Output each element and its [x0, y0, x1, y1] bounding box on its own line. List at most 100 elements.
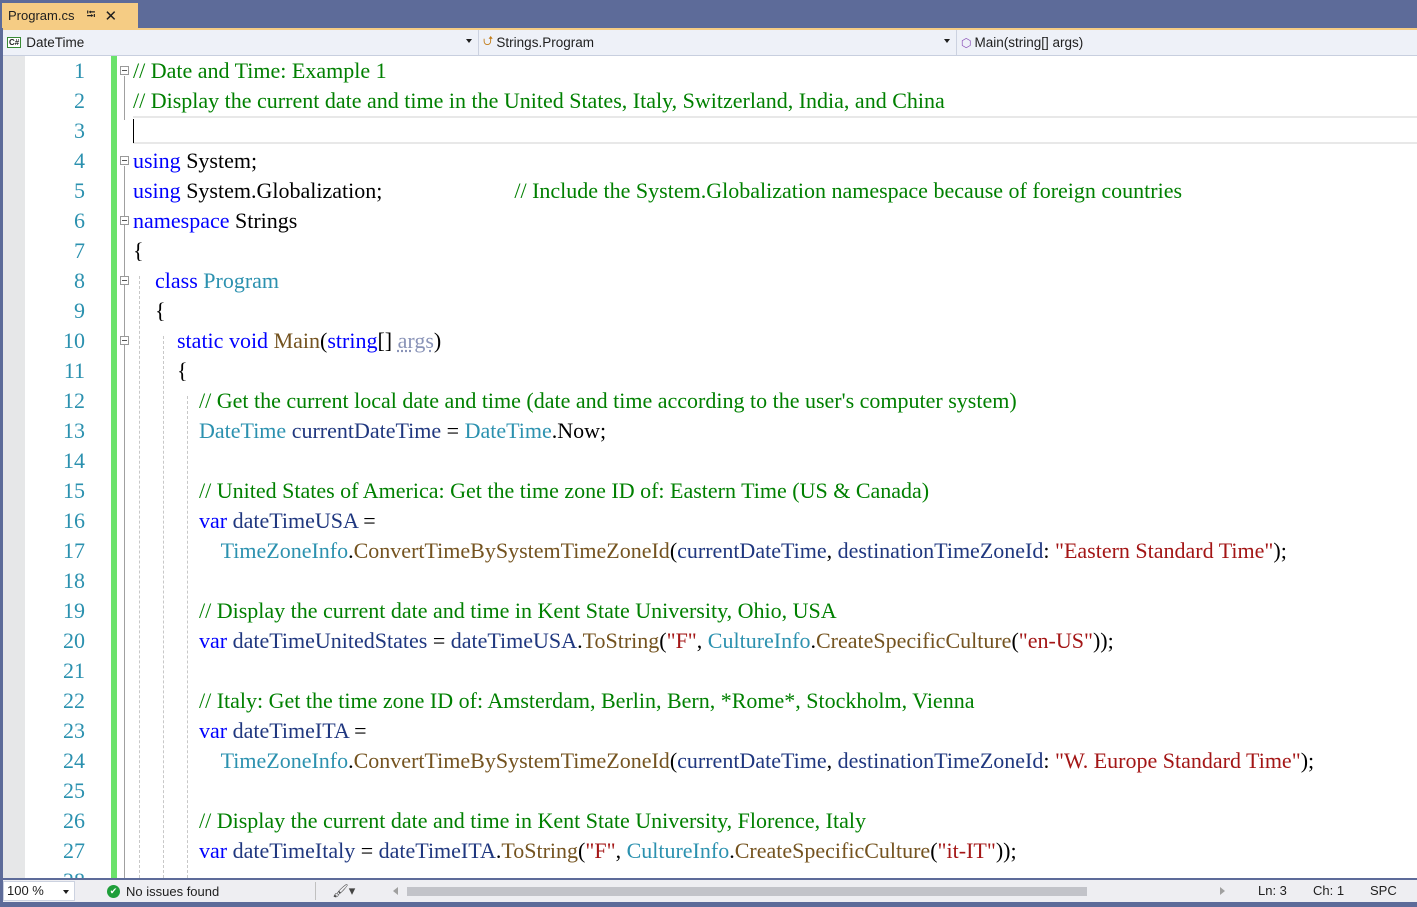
- brush-icon[interactable]: 🖌▾: [332, 883, 355, 899]
- code-line[interactable]: 12 // Get the current local date and tim…: [3, 386, 1417, 416]
- chevron-down-icon: [944, 39, 950, 43]
- code-token: Program: [203, 268, 280, 293]
- code-line[interactable]: 5 using System.Globalization; // Include …: [3, 176, 1417, 206]
- pin-icon[interactable]: ⭾: [86, 5, 95, 26]
- code-line[interactable]: 4 using System;: [3, 146, 1417, 176]
- document-tab-bar: Program.cs ⭾ ✕: [0, 0, 1417, 28]
- code-line[interactable]: 11 {: [3, 356, 1417, 386]
- whitespace-mode[interactable]: SPC: [1370, 883, 1397, 898]
- code-line[interactable]: 10 static void Main(string[] args): [3, 326, 1417, 356]
- code-token: "W. Europe Standard Time": [1054, 748, 1301, 773]
- code-text: {: [133, 356, 188, 386]
- collapse-icon[interactable]: [120, 276, 129, 285]
- line-number: 2: [74, 88, 85, 113]
- scroll-right-icon[interactable]: [1220, 887, 1225, 895]
- code-line[interactable]: 6 namespace Strings: [3, 206, 1417, 236]
- code-line[interactable]: 1 // Date and Time: Example 1: [3, 56, 1417, 86]
- collapse-icon[interactable]: [120, 156, 129, 165]
- chevron-down-icon: [63, 890, 69, 894]
- code-line[interactable]: 28: [3, 866, 1417, 878]
- code-editor[interactable]: 1 // Date and Time: Example 1 2 // Display …: [3, 56, 1417, 878]
- code-line[interactable]: 14: [3, 446, 1417, 476]
- member-dropdown[interactable]: ⬡ Main(string[] args): [957, 30, 1417, 55]
- horizontal-scrollbar[interactable]: [393, 884, 1225, 898]
- type-name: Strings.Program: [496, 35, 594, 50]
- chevron-down-icon: [466, 39, 472, 43]
- code-line[interactable]: 20 var dateTimeUnitedStates = dateTimeUS…: [3, 626, 1417, 656]
- code-line[interactable]: 15 // United States of America: Get the …: [3, 476, 1417, 506]
- code-line[interactable]: 22 // Italy: Get the time zone ID of: Am…: [3, 686, 1417, 716]
- project-dropdown[interactable]: C# DateTime: [3, 30, 479, 55]
- code-text: using System.Globalization; // Include t…: [133, 176, 1182, 206]
- scrollbar-thumb[interactable]: [407, 887, 1087, 896]
- code-line[interactable]: 8 class Program: [3, 266, 1417, 296]
- code-token: DateTime: [464, 418, 552, 443]
- tab-program-cs[interactable]: Program.cs ⭾ ✕: [2, 3, 138, 28]
- scroll-left-icon[interactable]: [393, 887, 398, 895]
- type-dropdown[interactable]: ⮍ Strings.Program: [479, 30, 957, 55]
- code-text: var dateTimeUSA =: [133, 506, 376, 536]
- issues-status[interactable]: No issues found: [126, 884, 219, 899]
- code-token: TimeZoneInfo: [220, 748, 349, 773]
- collapse-icon[interactable]: [120, 66, 129, 75]
- code-line[interactable]: 17 TimeZoneInfo.ConvertTimeBySystemTimeZ…: [3, 536, 1417, 566]
- code-token: // Italy: Get the time zone ID of: Amste…: [199, 688, 975, 713]
- code-line[interactable]: 27 var dateTimeItaly = dateTimeITA.ToStr…: [3, 836, 1417, 866]
- code-line[interactable]: 18: [3, 566, 1417, 596]
- code-token: :: [1043, 748, 1055, 773]
- code-line[interactable]: 21: [3, 656, 1417, 686]
- code-line[interactable]: 26 // Display the current date and time …: [3, 806, 1417, 836]
- code-token: System.Globalization;: [180, 178, 515, 203]
- code-token: ToString: [501, 838, 579, 863]
- code-text: static void Main(string[] args): [133, 326, 441, 356]
- code-token: dateTimeITA: [378, 838, 496, 863]
- code-line[interactable]: 24 TimeZoneInfo.ConvertTimeBySystemTimeZ…: [3, 746, 1417, 776]
- code-text: // Display the current date and time in …: [133, 596, 837, 626]
- line-indicator[interactable]: Ln: 3: [1258, 883, 1287, 898]
- code-token: =: [427, 628, 451, 653]
- code-token: (: [930, 838, 938, 863]
- code-line[interactable]: 3: [3, 116, 1417, 146]
- code-text: // Date and Time: Example 1: [133, 56, 387, 86]
- close-icon[interactable]: ✕: [105, 7, 118, 25]
- code-line[interactable]: 16 var dateTimeUSA =: [3, 506, 1417, 536]
- code-token: (: [1011, 628, 1019, 653]
- current-line-highlight: [133, 116, 1417, 144]
- zoom-dropdown[interactable]: 100 %: [3, 881, 75, 901]
- code-line[interactable]: 2 // Display the current date and time in…: [3, 86, 1417, 116]
- code-token: ,: [826, 748, 838, 773]
- code-line[interactable]: 19 // Display the current date and time …: [3, 596, 1417, 626]
- char-indicator[interactable]: Ch: 1: [1313, 883, 1344, 898]
- code-text: var dateTimeItaly = dateTimeITA.ToString…: [133, 836, 1017, 866]
- collapse-icon[interactable]: [120, 336, 129, 345]
- line-number: 22: [63, 688, 85, 713]
- code-token: // Date and Time: Example 1: [133, 58, 387, 83]
- code-token: dateTimeItaly: [232, 838, 356, 863]
- check-circle-icon: ✔: [107, 884, 120, 898]
- code-token: "Eastern Standard Time": [1054, 538, 1274, 563]
- text-caret: [133, 119, 134, 143]
- code-line[interactable]: 13 DateTime currentDateTime = DateTime.N…: [3, 416, 1417, 446]
- code-token: string: [327, 328, 378, 353]
- code-line[interactable]: 25: [3, 776, 1417, 806]
- line-number: 16: [63, 508, 85, 533]
- code-token: var: [199, 628, 228, 653]
- code-token: {: [133, 298, 166, 323]
- collapse-icon[interactable]: [120, 216, 129, 225]
- line-number: 3: [74, 118, 85, 143]
- line-number: 15: [63, 478, 85, 503]
- code-line[interactable]: 9 {: [3, 296, 1417, 326]
- code-line[interactable]: 7{: [3, 236, 1417, 266]
- code-line[interactable]: 23 var dateTimeITA =: [3, 716, 1417, 746]
- code-token: ConvertTimeBySystemTimeZoneId: [353, 538, 670, 563]
- code-token: currentDateTime: [291, 418, 442, 443]
- line-number: 5: [74, 178, 85, 203]
- code-token: =: [355, 838, 379, 863]
- code-token: var: [199, 508, 228, 533]
- line-number: 12: [63, 388, 85, 413]
- line-number: 19: [63, 598, 85, 623]
- zoom-level: 100 %: [7, 883, 44, 898]
- line-number: 26: [63, 808, 85, 833]
